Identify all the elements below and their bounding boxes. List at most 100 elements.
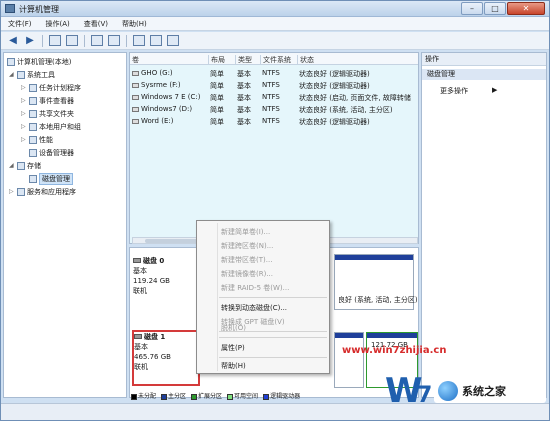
volume-type: 基本 — [237, 70, 251, 78]
tree-item-storage[interactable]: ◢ 存储 — [9, 160, 41, 171]
volume-name: Windows7 (D:) — [132, 105, 208, 113]
menu-item-properties[interactable]: 属性(P) — [221, 343, 245, 353]
menu-item-new-striped-volume[interactable]: 新建带区卷(T)... — [221, 255, 272, 265]
volume-name: Word (E:) — [132, 117, 208, 125]
toolbar-separator — [42, 34, 43, 47]
close-button[interactable]: ✕ — [507, 2, 545, 15]
legend-primary: 主分区 — [161, 391, 186, 400]
menu-help[interactable]: 帮助(H) — [122, 19, 147, 29]
volume-filesystem: NTFS — [262, 105, 280, 113]
grid-icon[interactable] — [166, 34, 180, 47]
tools-icon — [17, 70, 25, 79]
show-hide-tree-icon[interactable] — [65, 34, 79, 47]
console-icon[interactable] — [107, 34, 121, 47]
tree-item-system-tools[interactable]: ◢ 系统工具 — [9, 69, 55, 80]
disk-context-menu: 新建简单卷(I)... 新建跨区卷(N)... 新建带区卷(T)... 新建镜像… — [196, 220, 330, 374]
tree-item-performance[interactable]: ▷ 性能 — [21, 134, 53, 145]
menu-action[interactable]: 操作(A) — [46, 19, 70, 29]
properties-icon[interactable] — [149, 34, 163, 47]
menu-separator — [219, 297, 327, 298]
column-header-layout[interactable]: 布局 — [208, 55, 234, 65]
menu-item-new-mirrored-volume[interactable]: 新建镜像卷(R)... — [221, 269, 273, 279]
menu-item-new-simple-volume[interactable]: 新建简单卷(I)... — [221, 227, 270, 237]
back-arrow-icon[interactable]: ◀ — [6, 34, 20, 47]
collapse-arrow-icon[interactable]: ◢ — [9, 162, 15, 169]
more-actions-link[interactable]: 更多操作 — [440, 86, 468, 96]
menu-item-convert-to-dynamic[interactable]: 转换到动态磁盘(C)... — [221, 303, 287, 313]
tree-item-root[interactable]: 计算机管理(本地) — [7, 56, 71, 67]
volume-status: 状态良好 (逻辑驱动器) — [299, 118, 370, 126]
disk-0-partition-info: 良好 (系统, 活动, 主分区) — [338, 296, 418, 304]
logical-partition-cap — [367, 333, 417, 338]
volume-layout: 简单 — [210, 94, 224, 102]
collapse-arrow-icon[interactable]: ◢ — [9, 71, 15, 78]
window-title: 计算机管理 — [19, 5, 59, 14]
status-bar — [1, 403, 549, 420]
column-header-filesystem[interactable]: 文件系统 — [260, 55, 296, 65]
disk-0-partition[interactable]: 良好 (系统, 活动, 主分区) — [334, 254, 418, 310]
up-folder-icon[interactable] — [48, 34, 62, 47]
tree-item-disk-management[interactable]: 磁盘管理 — [29, 172, 73, 185]
volume-row[interactable]: GHO (G:) 简单 基本 NTFS 状态良好 (逻辑驱动器) — [130, 68, 418, 79]
site-badge: 系统之家 — [434, 379, 546, 403]
menu-item-new-spanned-volume[interactable]: 新建跨区卷(N)... — [221, 241, 273, 251]
volume-row[interactable]: Windows7 (D:) 简单 基本 NTFS 状态良好 (系统, 活动, 主… — [130, 104, 418, 115]
volume-row[interactable]: Windows 7 E (C:) 简单 基本 NTFS 状态良好 (启动, 页面… — [130, 92, 418, 103]
disk-0-type: 基本 — [133, 267, 147, 275]
volume-row[interactable]: Sysrme (F:) 简单 基本 NTFS 状态良好 (逻辑驱动器) — [130, 80, 418, 91]
check-icon[interactable] — [132, 34, 146, 47]
volume-type: 基本 — [237, 106, 251, 114]
menu-item-help[interactable]: 帮助(H) — [221, 361, 246, 371]
expand-arrow-icon[interactable]: ▷ — [21, 97, 27, 104]
volume-type: 基本 — [237, 118, 251, 126]
volume-layout: 简单 — [210, 106, 224, 114]
volume-filesystem: NTFS — [262, 117, 280, 125]
more-actions-arrow-icon[interactable]: ▶ — [492, 86, 497, 94]
column-header-type[interactable]: 类型 — [235, 55, 259, 65]
volume-layout: 简单 — [210, 70, 224, 78]
navigation-tree: 计算机管理(本地) ◢ 系统工具 ▷ 任务计划程序 ▷ 事件查看器 ▷ 共享文件… — [3, 52, 127, 398]
watermark-url: www.win7zhijia.cn — [342, 345, 447, 356]
actions-section-disk-management[interactable]: 磁盘管理 — [422, 69, 546, 80]
volume-layout: 简单 — [210, 118, 224, 126]
volume-icon — [132, 94, 139, 100]
expand-arrow-icon[interactable]: ▷ — [9, 188, 15, 195]
expand-arrow-icon[interactable]: ▷ — [21, 84, 27, 91]
volume-row[interactable]: Word (E:) 简单 基本 NTFS 状态良好 (逻辑驱动器) — [130, 116, 418, 127]
legend-extended: 扩展分区 — [191, 391, 222, 400]
computer-icon — [7, 57, 15, 66]
legend-unallocated: 未分配 — [131, 391, 156, 400]
maximize-button[interactable]: □ — [484, 2, 506, 15]
windows-logo-watermark: W 7 — [385, 371, 432, 406]
help-icon[interactable] — [90, 34, 104, 47]
column-header-status[interactable]: 状态 — [297, 55, 417, 65]
tree-item-event-viewer[interactable]: ▷ 事件查看器 — [21, 95, 74, 106]
menu-view[interactable]: 查看(V) — [84, 19, 108, 29]
tree-item-task-scheduler[interactable]: ▷ 任务计划程序 — [21, 82, 81, 93]
tree-item-services[interactable]: ▷ 服务和应用程序 — [9, 186, 76, 197]
disk-0-size: 119.24 GB — [133, 277, 170, 285]
menu-item-offline[interactable]: 脱机(O) — [221, 323, 246, 333]
expand-arrow-icon[interactable]: ▷ — [21, 123, 27, 130]
event-log-icon — [29, 96, 37, 105]
volume-icon — [132, 82, 139, 88]
tree-item-shared-folders[interactable]: ▷ 共享文件夹 — [21, 108, 74, 119]
forward-arrow-icon[interactable]: ▶ — [23, 34, 37, 47]
tree-item-local-users[interactable]: ▷ 本地用户和组 — [21, 121, 81, 132]
shared-folder-icon — [29, 109, 37, 118]
minimize-button[interactable]: – — [461, 2, 483, 15]
menu-separator — [219, 337, 327, 338]
legend-logical: 逻辑驱动器 — [263, 391, 300, 400]
menu-item-new-raid5-volume[interactable]: 新建 RAID-5 卷(W)... — [221, 283, 289, 293]
disk-0-label[interactable]: 磁盘 0 基本 119.24 GB 联机 — [133, 256, 201, 318]
tree-item-device-manager[interactable]: 设备管理器 — [29, 147, 74, 158]
disk-0-state: 联机 — [133, 287, 147, 295]
users-icon — [29, 122, 37, 131]
menu-file[interactable]: 文件(F) — [8, 19, 32, 29]
expand-arrow-icon[interactable]: ▷ — [21, 110, 27, 117]
computer-management-icon — [5, 4, 15, 13]
volume-filesystem: NTFS — [262, 93, 280, 101]
expand-arrow-icon[interactable]: ▷ — [21, 136, 27, 143]
toolbar: ◀ ▶ — [1, 32, 549, 50]
column-header-volume[interactable]: 卷 — [130, 55, 206, 65]
